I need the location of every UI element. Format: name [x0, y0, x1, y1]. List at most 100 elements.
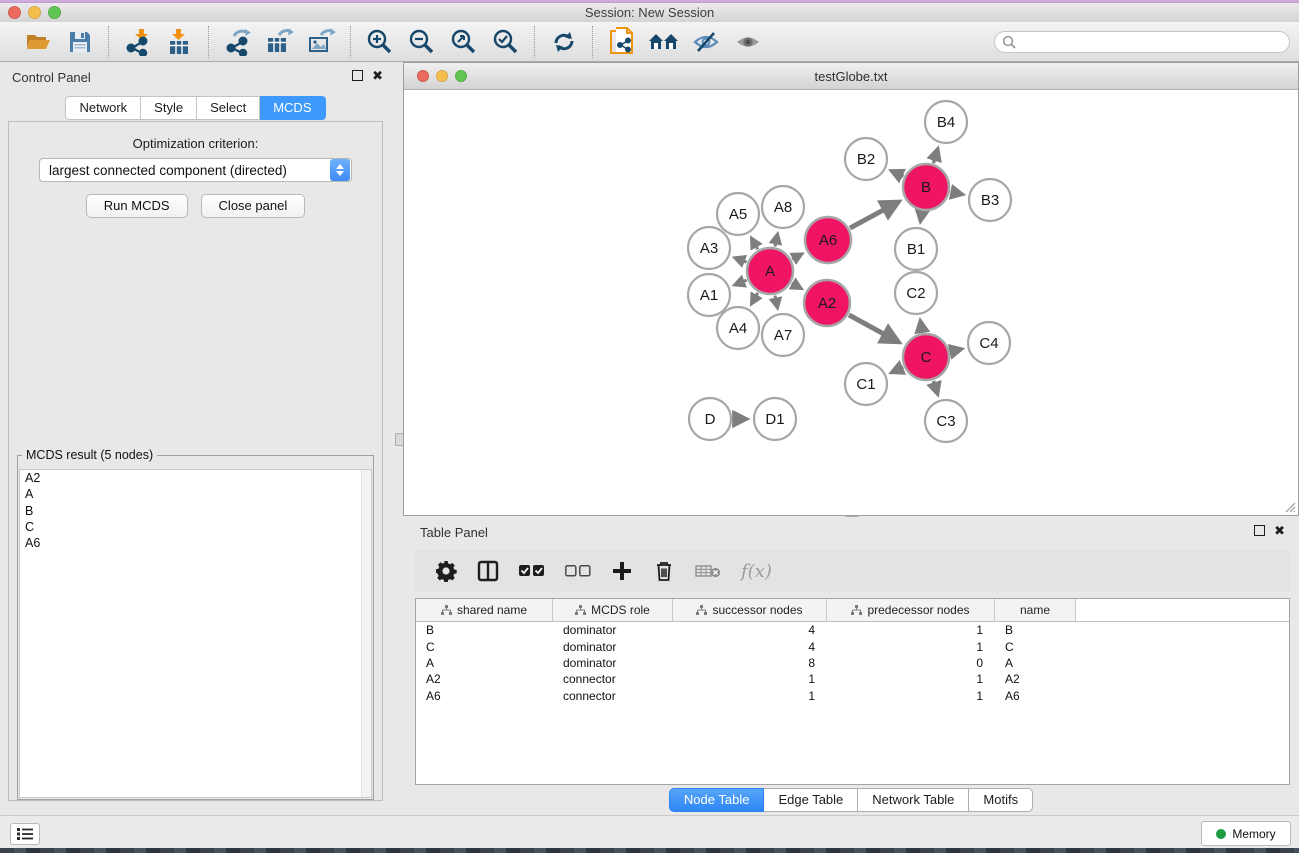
graph-edge-A-A4[interactable] — [752, 293, 758, 304]
graph-node-A7[interactable]: A7 — [762, 314, 804, 356]
tab-style[interactable]: Style — [141, 96, 197, 120]
graph-edge-A-A7[interactable] — [775, 295, 777, 307]
graph-node-A3[interactable]: A3 — [688, 227, 730, 269]
table-cell[interactable]: A6 — [995, 689, 1076, 703]
table-cell[interactable]: 1 — [827, 640, 995, 654]
graph-node-A1[interactable]: A1 — [688, 274, 730, 316]
table-row[interactable]: A6connector11A6 — [416, 688, 1289, 704]
search-input[interactable] — [1021, 34, 1289, 51]
hide-graphics-details-icon[interactable] — [690, 26, 722, 58]
zoom-fit-icon[interactable] — [448, 26, 480, 58]
column-header-predecessor-nodes[interactable]: predecessor nodes — [827, 599, 995, 621]
import-table-icon[interactable] — [164, 26, 196, 58]
function-builder-icon[interactable]: f(x) — [741, 559, 772, 583]
add-column-icon[interactable] — [611, 559, 633, 583]
graph-edge-A-A1[interactable] — [735, 280, 747, 285]
graph-node-A4[interactable]: A4 — [717, 307, 759, 349]
table-row[interactable]: Cdominator41C — [416, 638, 1289, 654]
table-cell[interactable]: 1 — [827, 623, 995, 637]
graph-node-A[interactable]: A — [747, 248, 793, 294]
table-cell[interactable]: connector — [553, 689, 673, 703]
table-cell[interactable]: 4 — [673, 640, 827, 654]
task-history-button[interactable] — [10, 823, 40, 845]
table-cell[interactable]: 0 — [827, 656, 995, 670]
float-panel-icon[interactable] — [352, 70, 363, 81]
graph-node-B1[interactable]: B1 — [895, 228, 937, 270]
graph-edge-A-A3[interactable] — [735, 258, 747, 262]
save-session-icon[interactable] — [64, 26, 96, 58]
criterion-select[interactable]: largest connected component (directed) — [39, 158, 352, 182]
tab-motifs[interactable]: Motifs — [969, 788, 1033, 812]
column-header-successor-nodes[interactable]: successor nodes — [673, 599, 827, 621]
home-views-icon[interactable] — [648, 26, 680, 58]
table-cell[interactable]: 1 — [827, 672, 995, 686]
graph-edge-A-A6[interactable] — [792, 254, 802, 259]
graph-edge-B-B3[interactable] — [950, 192, 962, 194]
graph-edge-A6-B[interactable] — [850, 202, 897, 228]
memory-button[interactable]: Memory — [1201, 821, 1291, 846]
node-table[interactable]: shared nameMCDS rolesuccessor nodesprede… — [415, 598, 1290, 785]
graph-node-D[interactable]: D — [689, 398, 731, 440]
result-item[interactable]: A6 — [20, 535, 371, 551]
table-cell[interactable]: A — [416, 656, 553, 670]
table-cell[interactable]: connector — [553, 672, 673, 686]
table-cell[interactable]: A — [995, 656, 1076, 670]
export-network-icon[interactable] — [222, 26, 254, 58]
table-cell[interactable]: C — [995, 640, 1076, 654]
tab-select[interactable]: Select — [197, 96, 260, 120]
tab-network-table[interactable]: Network Table — [858, 788, 969, 812]
new-network-from-selection-icon[interactable] — [606, 26, 638, 58]
gear-icon[interactable] — [435, 559, 457, 583]
graph-edge-B-B1[interactable] — [921, 212, 922, 221]
refresh-layout-icon[interactable] — [548, 26, 580, 58]
graph-node-A8[interactable]: A8 — [762, 186, 804, 228]
result-item[interactable]: A2 — [20, 470, 371, 486]
graph-node-B3[interactable]: B3 — [969, 179, 1011, 221]
table-cell[interactable]: 1 — [673, 672, 827, 686]
result-item[interactable]: B — [20, 503, 371, 519]
table-cell[interactable]: C — [416, 640, 553, 654]
table-cell[interactable]: dominator — [553, 656, 673, 670]
table-row[interactable]: Bdominator41B — [416, 622, 1289, 638]
network-canvas[interactable]: B4B2BB3B1A5A8A6A3AA1A2C2A4A7CC4C1C3DD1 — [404, 90, 1298, 515]
resize-grip-icon[interactable] — [1282, 499, 1296, 513]
graph-node-B[interactable]: B — [903, 164, 949, 210]
table-cell[interactable]: B — [416, 623, 553, 637]
open-session-icon[interactable] — [22, 26, 54, 58]
graph-edge-A2-C[interactable] — [849, 315, 898, 341]
graph-edge-C-C1[interactable] — [892, 367, 903, 372]
table-row[interactable]: A2connector11A2 — [416, 671, 1289, 687]
tab-mcds[interactable]: MCDS — [260, 96, 325, 120]
close-table-panel-icon[interactable]: ✖ — [1274, 526, 1285, 536]
show-graphics-details-icon[interactable] — [732, 26, 764, 58]
table-cell[interactable]: 1 — [827, 689, 995, 703]
delete-column-icon[interactable] — [653, 559, 675, 583]
table-cell[interactable]: A2 — [995, 672, 1076, 686]
run-mcds-button[interactable]: Run MCDS — [86, 194, 188, 218]
table-cell[interactable]: dominator — [553, 623, 673, 637]
table-cell[interactable]: 4 — [673, 623, 827, 637]
graph-edge-B-B4[interactable] — [933, 149, 937, 163]
graph-node-C4[interactable]: C4 — [968, 322, 1010, 364]
result-scrollbar[interactable] — [361, 470, 371, 797]
table-cell[interactable]: A2 — [416, 672, 553, 686]
column-header-name[interactable]: name — [995, 599, 1076, 621]
graph-edge-C-C2[interactable] — [920, 321, 922, 332]
delete-table-icon[interactable] — [695, 559, 721, 583]
graph-node-C2[interactable]: C2 — [895, 272, 937, 314]
result-item[interactable]: C — [20, 519, 371, 535]
export-image-icon[interactable] — [306, 26, 338, 58]
column-view-icon[interactable] — [477, 559, 499, 583]
column-header-shared-name[interactable]: shared name — [416, 599, 553, 621]
table-cell[interactable]: B — [995, 623, 1076, 637]
table-cell[interactable]: A6 — [416, 689, 553, 703]
zoom-in-icon[interactable] — [364, 26, 396, 58]
table-cell[interactable]: dominator — [553, 640, 673, 654]
graph-edge-B-B2[interactable] — [892, 171, 903, 176]
graph-edge-A-A5[interactable] — [752, 238, 758, 249]
graph-node-C[interactable]: C — [903, 334, 949, 380]
table-cell[interactable]: 8 — [673, 656, 827, 670]
float-table-panel-icon[interactable] — [1254, 525, 1265, 536]
result-item[interactable]: A — [20, 486, 371, 502]
graph-node-B2[interactable]: B2 — [845, 138, 887, 180]
